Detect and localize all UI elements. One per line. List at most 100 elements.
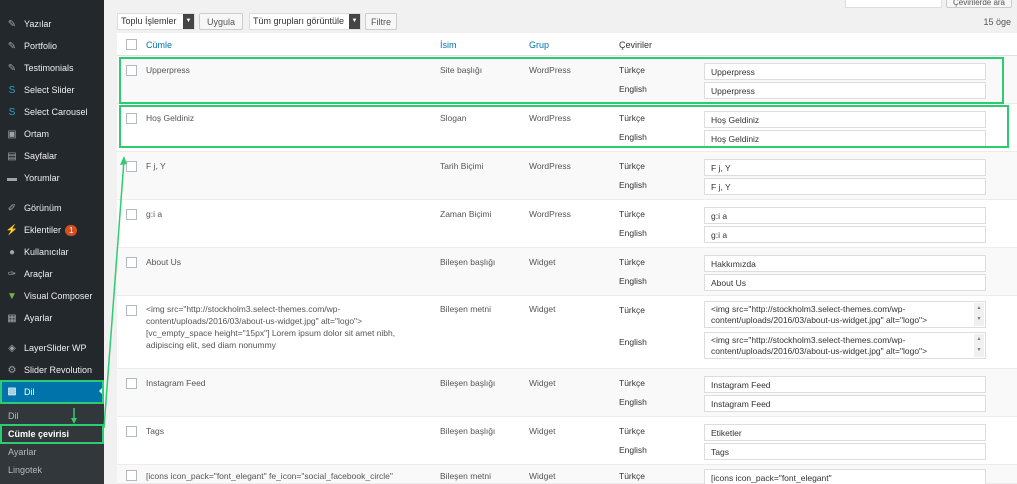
group-cell: WordPress bbox=[529, 161, 571, 171]
textarea-scrollbar[interactable]: ▲ ▼ bbox=[974, 303, 984, 326]
translation-input-en[interactable]: About Us bbox=[704, 274, 986, 291]
language-label-en: English bbox=[619, 445, 647, 455]
active-arrow bbox=[99, 386, 104, 396]
string-cell: Instagram Feed bbox=[146, 378, 206, 388]
table-row: Tags Bileşen başlığı Widget Türkçe Etike… bbox=[117, 417, 1017, 465]
pin-icon: ✎ bbox=[7, 40, 17, 52]
sidebar-item-plugins[interactable]: ⚡ Eklentiler 1 bbox=[0, 220, 104, 240]
sidebar-item-layerslider[interactable]: ◈ LayerSlider WP bbox=[0, 338, 104, 358]
translation-input-tr[interactable]: Hoş Geldiniz bbox=[704, 111, 986, 128]
translation-input-tr[interactable]: Instagram Feed bbox=[704, 376, 986, 393]
translation-input-tr[interactable]: Hakkımızda bbox=[704, 255, 986, 272]
group-cell: WordPress bbox=[529, 209, 571, 219]
sidebar-item-comments[interactable]: ▬ Yorumlar bbox=[0, 168, 104, 188]
translation-input-en[interactable]: g:i a bbox=[704, 226, 986, 243]
sidebar-item-portfolio[interactable]: ✎ Portfolio bbox=[0, 36, 104, 56]
translation-input-en[interactable]: Hoş Geldiniz bbox=[704, 130, 986, 147]
name-cell: Bileşen metni bbox=[440, 304, 492, 314]
sidebar-item-tools[interactable]: ✑ Araçlar bbox=[0, 264, 104, 284]
table-row: Upperpress Site başlığı WordPress Türkçe… bbox=[117, 56, 1017, 104]
sidebar-item-testimonials[interactable]: ✎ Testimonials bbox=[0, 58, 104, 78]
row-checkbox[interactable] bbox=[126, 426, 137, 437]
group-filter-select[interactable]: Tüm grupları görüntüle ▼ bbox=[249, 13, 361, 30]
language-label-en: English bbox=[619, 180, 647, 190]
group-cell: WordPress bbox=[529, 65, 571, 75]
settings-icon: ▦ bbox=[7, 312, 17, 324]
translation-input-tr[interactable]: Upperpress bbox=[704, 63, 986, 80]
translation-input-tr[interactable]: Etiketler bbox=[704, 424, 986, 441]
row-checkbox[interactable] bbox=[126, 161, 137, 172]
string-cell: [icons icon_pack="font_elegant" fe_icon=… bbox=[146, 471, 393, 481]
admin-sidebar: ✎ Yazılar ✎ Portfolio ✎ Testimonials S Selec… bbox=[0, 0, 104, 484]
sidebar-item-posts[interactable]: ✎ Yazılar bbox=[0, 14, 104, 34]
sidebar-item-users[interactable]: ● Kullanıcılar bbox=[0, 242, 104, 262]
submenu-item-lingotek[interactable]: Lingotek bbox=[0, 461, 104, 479]
submenu-item-settings[interactable]: Ayarlar bbox=[0, 443, 104, 461]
pin-icon: ✎ bbox=[7, 62, 17, 74]
row-checkbox[interactable] bbox=[126, 113, 137, 124]
table-row: [icons icon_pack="font_elegant" fe_icon=… bbox=[117, 465, 1017, 484]
translation-input-tr[interactable]: F j, Y bbox=[704, 159, 986, 176]
appearance-icon: ✐ bbox=[7, 202, 17, 214]
name-cell: Bileşen başlığı bbox=[440, 426, 496, 436]
column-header-group[interactable]: Grup bbox=[529, 40, 549, 50]
language-label-tr: Türkçe bbox=[619, 471, 645, 481]
language-label-en: English bbox=[619, 397, 647, 407]
name-cell: Bileşen metni bbox=[440, 471, 492, 481]
string-cell: g:i a bbox=[146, 209, 163, 219]
translation-input-tr[interactable]: [icons icon_pack="font_elegant" bbox=[704, 469, 986, 484]
name-cell: Zaman Biçimi bbox=[440, 209, 492, 219]
string-cell: About Us bbox=[146, 257, 181, 267]
string-cell: Upperpress bbox=[146, 65, 190, 75]
search-translations-button[interactable]: Çevirilerde ara bbox=[946, 0, 1012, 8]
layerslider-icon: ◈ bbox=[8, 342, 16, 354]
translation-input-en[interactable]: Tags bbox=[704, 443, 986, 460]
name-cell: Bileşen başlığı bbox=[440, 378, 496, 388]
language-label-en: English bbox=[619, 132, 647, 142]
row-checkbox[interactable] bbox=[126, 470, 137, 481]
tools-icon: ✑ bbox=[7, 268, 17, 280]
select-all-checkbox[interactable] bbox=[126, 39, 137, 50]
sidebar-item-select-carousel[interactable]: S Select Carousel bbox=[0, 102, 104, 122]
sidebar-item-visual-composer[interactable]: ▼ Visual Composer bbox=[0, 286, 104, 306]
row-checkbox[interactable] bbox=[126, 209, 137, 220]
translation-input-en[interactable]: F j, Y bbox=[704, 178, 986, 195]
submenu-item-language[interactable]: Dil bbox=[0, 407, 104, 425]
textarea-scrollbar[interactable]: ▲ ▼ bbox=[974, 334, 984, 357]
visual-composer-icon: ▼ bbox=[7, 290, 17, 302]
translation-textarea-en[interactable]: <img src="http://stockholm3.select-theme… bbox=[704, 332, 986, 359]
sidebar-item-slider-revolution[interactable]: ⚙ Slider Revolution bbox=[0, 360, 104, 380]
string-cell: Hoş Geldiniz bbox=[146, 113, 195, 123]
apply-button[interactable]: Uygula bbox=[199, 13, 243, 30]
language-label-en: English bbox=[619, 228, 647, 238]
translations-search-input[interactable] bbox=[845, 0, 942, 8]
translation-input-tr[interactable]: g:i a bbox=[704, 207, 986, 224]
column-header-string[interactable]: Cümle bbox=[146, 40, 172, 50]
row-checkbox[interactable] bbox=[126, 257, 137, 268]
row-checkbox[interactable] bbox=[126, 65, 137, 76]
sidebar-item-select-slider[interactable]: S Select Slider bbox=[0, 80, 104, 100]
pages-icon: ▤ bbox=[7, 150, 17, 162]
language-submenu: Dil Cümle çevirisi Ayarlar Lingotek bbox=[0, 403, 104, 484]
language-icon: ▩ bbox=[7, 386, 17, 397]
submenu-item-strings-translation[interactable]: Cümle çevirisi bbox=[0, 425, 104, 443]
sidebar-item-language[interactable]: ▩ Dil bbox=[0, 381, 104, 402]
chevron-down-icon: ▼ bbox=[183, 14, 194, 29]
language-label-en: English bbox=[619, 84, 647, 94]
row-checkbox[interactable] bbox=[126, 305, 137, 316]
sidebar-item-appearance[interactable]: ✐ Görünüm bbox=[0, 198, 104, 218]
filter-button[interactable]: Filtre bbox=[365, 13, 397, 30]
translation-input-en[interactable]: Upperpress bbox=[704, 82, 986, 99]
items-count: 15 öge bbox=[983, 17, 1011, 27]
table-row: <img src="http://stockholm3.select-theme… bbox=[117, 296, 1017, 369]
table-row: Instagram Feed Bileşen başlığı Widget Tü… bbox=[117, 369, 1017, 417]
column-header-name[interactable]: İsim bbox=[440, 40, 457, 50]
sidebar-item-media[interactable]: ▣ Ortam bbox=[0, 124, 104, 144]
table-row: About Us Bileşen başlığı Widget Türkçe H… bbox=[117, 248, 1017, 296]
sidebar-item-settings[interactable]: ▦ Ayarlar bbox=[0, 308, 104, 328]
translation-input-en[interactable]: Instagram Feed bbox=[704, 395, 986, 412]
sidebar-item-pages[interactable]: ▤ Sayfalar bbox=[0, 146, 104, 166]
bulk-actions-select[interactable]: Toplu İşlemler ▼ bbox=[117, 13, 195, 30]
row-checkbox[interactable] bbox=[126, 378, 137, 389]
translation-textarea-tr[interactable]: <img src="http://stockholm3.select-theme… bbox=[704, 301, 986, 328]
